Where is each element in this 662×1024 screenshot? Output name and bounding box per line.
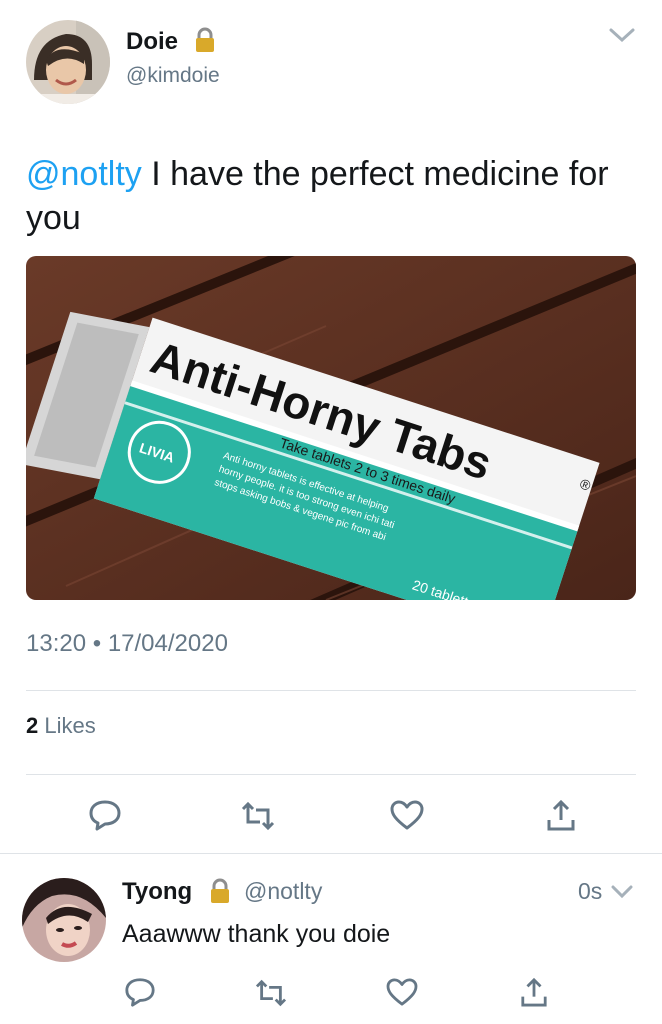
lock-icon [209,878,231,904]
retweet-icon[interactable] [240,800,276,832]
divider [26,774,636,775]
reply-text: Aaawww thank you doie [122,920,391,948]
like-icon[interactable] [390,800,424,830]
mention-link[interactable]: @notlty [26,155,142,193]
tweet-image[interactable]: Anti-Horny Tabs ® Take tablets 2 to 3 ti… [26,256,636,600]
share-icon[interactable] [520,976,548,1008]
reply-author-avatar[interactable] [22,878,106,962]
reply-time: 0s [578,878,603,904]
like-icon[interactable] [386,978,418,1006]
reply-author-handle[interactable]: @notlty [244,878,322,905]
likes-label: Likes [44,713,96,738]
reply-author-name[interactable]: Tyong [122,878,192,905]
likes-count: 2 [26,713,39,738]
tweet-time: 13:20 [26,630,87,657]
retweet-icon[interactable] [254,978,288,1008]
author-name[interactable]: Doie [126,28,178,56]
reply-icon[interactable] [88,798,122,832]
timestamp-separator: • [92,630,102,657]
author-avatar[interactable] [26,20,110,104]
section-divider [0,853,662,854]
tweet-date: 17/04/2020 [107,630,228,657]
tweet-timestamp: 13:20 • 17/04/2020 [26,630,228,658]
share-icon[interactable] [546,798,576,832]
author-handle[interactable]: @kimdoie [126,64,220,88]
reply-icon[interactable] [124,976,156,1008]
reply-header: Tyong [122,878,192,906]
lock-icon [194,27,216,53]
divider [26,690,636,691]
tweet-text: @notlty I have the perfect medicine for … [26,152,636,240]
chevron-down-icon[interactable] [610,884,634,900]
likes-summary[interactable]: 2 Likes [26,713,96,739]
chevron-down-icon[interactable] [608,26,636,44]
